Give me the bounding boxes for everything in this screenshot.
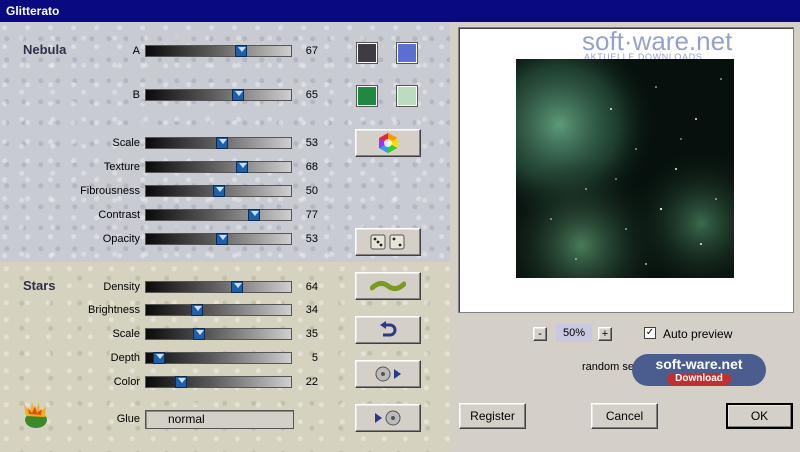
wave-button[interactable] [355,272,421,300]
slider-label: Scale [112,137,140,149]
slider-thumb[interactable] [216,233,228,245]
load-preset-button[interactable] [355,360,421,388]
slider-label: Texture [103,161,140,173]
slider-label: B [132,89,140,101]
nebula-fibrousness-slider[interactable] [145,185,292,197]
slider-label: Density [103,281,140,293]
slider-value: 5 [311,352,318,364]
zoom-in-button[interactable]: + [598,327,612,341]
slider-value: 53 [305,233,318,245]
auto-preview-label: Auto preview [663,327,733,341]
slider-value: 50 [305,185,318,197]
slider-thumb[interactable] [213,185,225,197]
slider-label: A [132,45,140,57]
slider-value: 35 [305,328,318,340]
slider-thumb[interactable] [191,304,203,316]
glue-label: Glue [116,413,140,425]
undo-button[interactable] [355,316,421,344]
dice-icon [370,234,405,250]
slider-thumb[interactable] [231,281,243,293]
nebula-b-slider[interactable] [145,89,292,101]
slider-label: Opacity [102,233,140,245]
auto-preview-checkbox[interactable]: ✓ [644,327,656,339]
save-preset-button[interactable] [355,404,421,432]
nebula-a-color1-swatch[interactable] [357,43,377,63]
nebula-texture-slider[interactable] [145,161,292,173]
color-wheel-button[interactable] [355,129,421,157]
slider-label: Depth [110,352,140,364]
slider-label: Brightness [88,304,140,316]
stars-depth-slider[interactable] [145,352,292,364]
nebula-preview-graphic [516,59,734,278]
slider-thumb[interactable] [193,328,205,340]
slider-label: Contrast [98,209,140,221]
slider-value: 68 [305,161,318,173]
zoom-level: 50% [556,324,592,342]
slider-thumb[interactable] [232,89,244,101]
ok-button[interactable]: OK [726,403,793,429]
zoom-out-button[interactable]: - [533,327,547,341]
register-button[interactable]: Register [459,403,526,429]
wave-icon [370,280,406,292]
slider-value: 77 [305,209,318,221]
slider-value: 67 [305,45,318,57]
cancel-button[interactable]: Cancel [591,403,658,429]
slider-label: Scale [112,328,140,340]
undo-icon [380,321,397,337]
stars-color-slider[interactable] [145,376,292,388]
title-bar[interactable]: Glitterato [0,0,800,22]
slider-thumb[interactable] [236,161,248,173]
watermark-badge: soft-ware.net Download [632,354,766,386]
stars-density-slider[interactable] [145,281,292,293]
disk-arrow-right-icon [375,366,401,382]
arrow-disk-icon [375,410,401,426]
watermark-badge-sub: Download [667,373,731,385]
stars-brightness-slider[interactable] [145,304,292,316]
glue-mode-select[interactable]: normal [145,410,294,429]
slider-thumb[interactable] [235,45,247,57]
nebula-a-slider[interactable] [145,45,292,57]
nebula-preview-image[interactable] [516,59,734,278]
color-wheel-icon [379,133,397,153]
slider-value: 34 [305,304,318,316]
slider-thumb[interactable] [248,209,260,221]
nebula-opacity-slider[interactable] [145,233,292,245]
nebula-scale-slider[interactable] [145,137,292,149]
stars-scale-slider[interactable] [145,328,292,340]
nebula-b-color1-swatch[interactable] [357,86,377,106]
slider-value: 22 [305,376,318,388]
slider-value: 53 [305,137,318,149]
slider-value: 65 [305,89,318,101]
watermark-badge-text: soft-ware.net [655,356,743,372]
nebula-a-color2-swatch[interactable] [397,43,417,63]
slider-thumb[interactable] [153,352,165,364]
slider-value: 64 [305,281,318,293]
slider-thumb[interactable] [216,137,228,149]
nebula-contrast-slider[interactable] [145,209,292,221]
nebula-b-color2-swatch[interactable] [397,86,417,106]
slider-thumb[interactable] [175,376,187,388]
window-title: Glitterato [6,4,60,18]
slider-label: Fibrousness [80,185,140,197]
randomize-button[interactable] [355,228,421,256]
slider-label: Color [113,376,140,388]
